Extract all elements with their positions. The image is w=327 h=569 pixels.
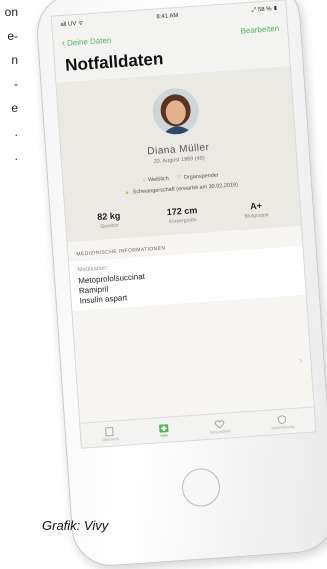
warning-icon: ▲ xyxy=(124,189,130,197)
vital-stats: 82 kg Gewicht 172 cm Körpergröße A+ Blut… xyxy=(74,198,293,231)
bg-line: n xyxy=(11,53,18,67)
tab-insurance[interactable]: Versicherung xyxy=(270,413,295,430)
avatar xyxy=(151,86,201,136)
stat-bloodtype: A+ Blutgruppe xyxy=(244,200,269,220)
bg-line: - xyxy=(14,77,18,91)
tab-health[interactable]: Gesundheit xyxy=(209,418,231,435)
donor-label: Organspender xyxy=(183,172,219,181)
bg-line: e- xyxy=(7,29,18,43)
chevron-right-icon: › xyxy=(299,355,303,366)
bg-line: e xyxy=(11,101,18,115)
gender-label: Weiblich xyxy=(147,175,169,184)
gender-icon: ♀ xyxy=(141,177,147,184)
bg-line: on xyxy=(4,5,18,19)
home-button[interactable] xyxy=(180,467,222,508)
app-screen: all UV ᯤ 8:41 AM ⤢ 58 % ▮ ‹ Deine Daten … xyxy=(50,0,317,449)
stat-value: 172 cm xyxy=(166,205,198,218)
carrier-signal: all UV ᯤ xyxy=(60,20,84,29)
phone-frame: all UV ᯤ 8:41 AM ⤢ 58 % ▮ ‹ Deine Daten … xyxy=(34,0,327,569)
chevron-left-icon: ‹ xyxy=(61,37,66,49)
profile-card: Diana Müller 20. August 1969 (49) ♀ Weib… xyxy=(56,66,301,243)
tab-help[interactable]: Hilfe xyxy=(159,422,170,438)
tab-label: Gesundheit xyxy=(209,427,231,435)
stat-value: A+ xyxy=(249,200,263,212)
image-credit: Grafik: Vivy xyxy=(42,518,109,533)
background-article-text: on e- n - e . . xyxy=(0,0,18,210)
gender-tag: ♀ Weiblich xyxy=(142,176,169,184)
back-button[interactable]: ‹ Deine Daten xyxy=(61,34,111,48)
tab-overview[interactable]: Übersicht xyxy=(101,426,119,442)
stat-label: Blutgruppe xyxy=(244,212,269,220)
stat-weight: 82 kg Gewicht xyxy=(97,210,121,230)
back-label: Deine Daten xyxy=(66,35,112,48)
stat-value: 82 kg xyxy=(96,210,121,223)
heart-outline-icon: ♡ xyxy=(176,175,182,182)
document-icon xyxy=(105,426,115,436)
bg-line: . xyxy=(14,149,18,163)
tab-label: Versicherung xyxy=(271,423,295,430)
tab-bar: Übersicht Hilfe Gesundheit Versicherung xyxy=(80,406,316,448)
edit-button[interactable]: Bearbeiten xyxy=(240,23,279,35)
status-time: 8:41 AM xyxy=(156,12,179,21)
stat-label: Körpergröße xyxy=(168,217,197,226)
stat-height: 172 cm Körpergröße xyxy=(167,205,199,225)
bg-line: . xyxy=(14,125,18,139)
pregnancy-label: Schwangerschaft (erwartet am 30.02.2019) xyxy=(132,182,239,196)
tab-label: Übersicht xyxy=(101,435,119,442)
stat-label: Gewicht xyxy=(100,222,119,230)
tab-label: Hilfe xyxy=(160,432,169,438)
donor-tag: ♡ Organspender xyxy=(177,172,219,181)
battery-indicator: ⤢ 58 % ▮ xyxy=(251,5,278,14)
